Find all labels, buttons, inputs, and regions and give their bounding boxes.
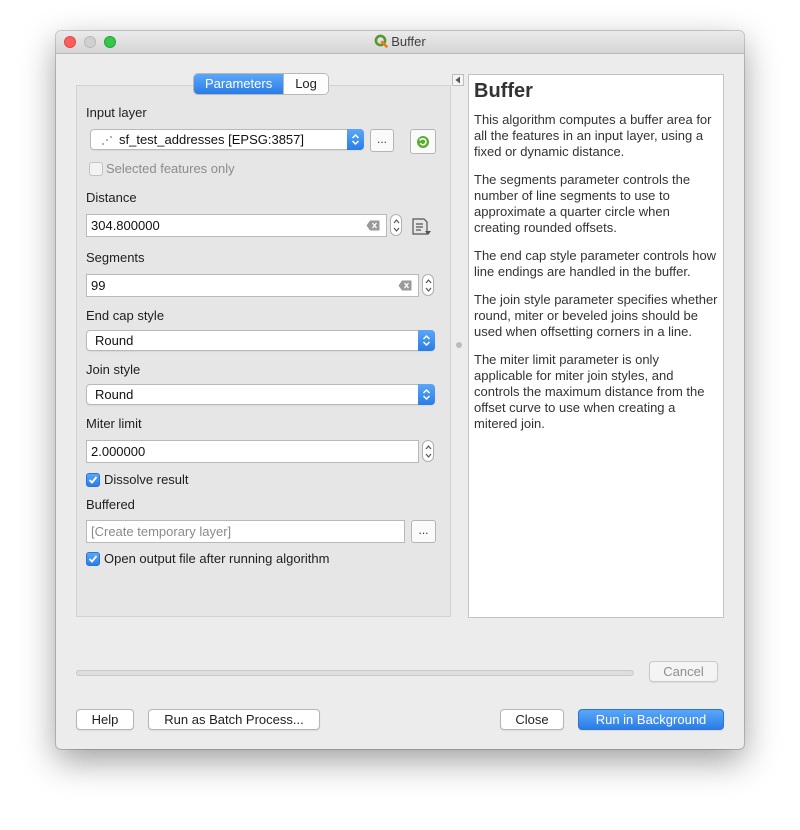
distance-value: 304.800000 bbox=[91, 218, 160, 233]
chevron-updown-icon[interactable] bbox=[418, 384, 435, 405]
segments-input[interactable]: 99 bbox=[86, 274, 419, 297]
checkmark-icon bbox=[88, 476, 98, 484]
point-layer-icon bbox=[100, 133, 114, 152]
distance-input[interactable]: 304.800000 bbox=[86, 214, 387, 237]
buffered-output-placeholder: [Create temporary layer] bbox=[91, 524, 232, 539]
spin-arrows-icon bbox=[425, 279, 432, 292]
miter-limit-label: Miter limit bbox=[86, 416, 142, 431]
help-panel: Buffer This algorithm computes a buffer … bbox=[468, 74, 724, 618]
help-paragraph: The join style parameter specifies wheth… bbox=[474, 292, 718, 339]
selected-features-only-label: Selected features only bbox=[106, 161, 235, 176]
input-layer-browse-button[interactable]: ... bbox=[370, 129, 394, 152]
segments-value: 99 bbox=[91, 278, 106, 293]
refresh-icon bbox=[417, 136, 429, 148]
spin-arrows-icon bbox=[425, 445, 432, 458]
tab-parameters[interactable]: Parameters bbox=[194, 74, 284, 94]
run-in-background-button[interactable]: Run in Background bbox=[578, 709, 724, 730]
buffered-browse-button[interactable]: ... bbox=[411, 520, 436, 543]
input-layer-select[interactable]: sf_test_addresses [EPSG:3857] bbox=[90, 129, 364, 150]
window-title-group: Buffer bbox=[56, 34, 744, 51]
miter-limit-input[interactable]: 2.000000 bbox=[86, 440, 419, 463]
help-title: Buffer bbox=[474, 80, 533, 102]
qgis-logo-icon bbox=[374, 34, 389, 51]
miter-limit-spinner[interactable] bbox=[422, 440, 434, 462]
help-paragraph: The end cap style parameter controls how… bbox=[474, 248, 717, 279]
dissolve-result-checkbox[interactable] bbox=[86, 473, 100, 487]
open-output-label: Open output file after running algorithm bbox=[104, 551, 330, 566]
progress-bar bbox=[76, 670, 634, 676]
spin-arrows-icon bbox=[393, 219, 400, 232]
dissolve-result-label: Dissolve result bbox=[104, 472, 189, 487]
splitter-handle[interactable] bbox=[456, 342, 462, 348]
segments-label: Segments bbox=[86, 250, 145, 265]
collapse-help-icon[interactable] bbox=[452, 74, 464, 89]
segments-spinner[interactable] bbox=[422, 274, 434, 296]
selected-features-only-checkbox[interactable] bbox=[89, 162, 103, 176]
end-cap-style-select[interactable]: Round bbox=[86, 330, 435, 351]
data-defined-override-icon[interactable] bbox=[410, 217, 434, 240]
join-style-select[interactable]: Round bbox=[86, 384, 435, 405]
distance-label: Distance bbox=[86, 190, 137, 205]
join-style-value: Round bbox=[95, 387, 134, 402]
tab-bar: Parameters Log bbox=[194, 74, 328, 94]
iterate-features-button[interactable] bbox=[410, 129, 436, 154]
end-cap-style-label: End cap style bbox=[86, 308, 165, 323]
input-layer-value: sf_test_addresses [EPSG:3857] bbox=[119, 132, 304, 147]
tab-log[interactable]: Log bbox=[283, 74, 328, 94]
help-paragraph: This algorithm computes a buffer area fo… bbox=[474, 112, 712, 159]
input-layer-label: Input layer bbox=[86, 105, 147, 120]
miter-limit-value: 2.000000 bbox=[91, 444, 146, 459]
buffer-dialog: Buffer Parameters Log Input layer sf_tes… bbox=[56, 31, 744, 749]
open-output-checkbox[interactable] bbox=[86, 552, 100, 566]
chevron-updown-icon[interactable] bbox=[347, 129, 364, 150]
chevron-updown-icon[interactable] bbox=[418, 330, 435, 351]
clear-field-icon[interactable] bbox=[366, 220, 380, 231]
cancel-button[interactable]: Cancel bbox=[649, 661, 718, 682]
join-style-label: Join style bbox=[86, 362, 141, 377]
checkmark-icon bbox=[88, 555, 98, 563]
buffered-output-input[interactable]: [Create temporary layer] bbox=[86, 520, 405, 543]
help-button[interactable]: Help bbox=[76, 709, 134, 730]
end-cap-style-value: Round bbox=[95, 333, 134, 348]
clear-field-icon[interactable] bbox=[398, 280, 412, 291]
buffered-label: Buffered bbox=[86, 497, 135, 512]
help-paragraph: The segments parameter controls the numb… bbox=[474, 172, 691, 235]
run-batch-button[interactable]: Run as Batch Process... bbox=[148, 709, 320, 730]
title-bar[interactable]: Buffer bbox=[56, 31, 744, 54]
window-title: Buffer bbox=[391, 34, 426, 49]
close-button[interactable]: Close bbox=[500, 709, 564, 730]
distance-spinner[interactable] bbox=[390, 214, 402, 236]
help-paragraph: The miter limit parameter is only applic… bbox=[474, 352, 705, 431]
